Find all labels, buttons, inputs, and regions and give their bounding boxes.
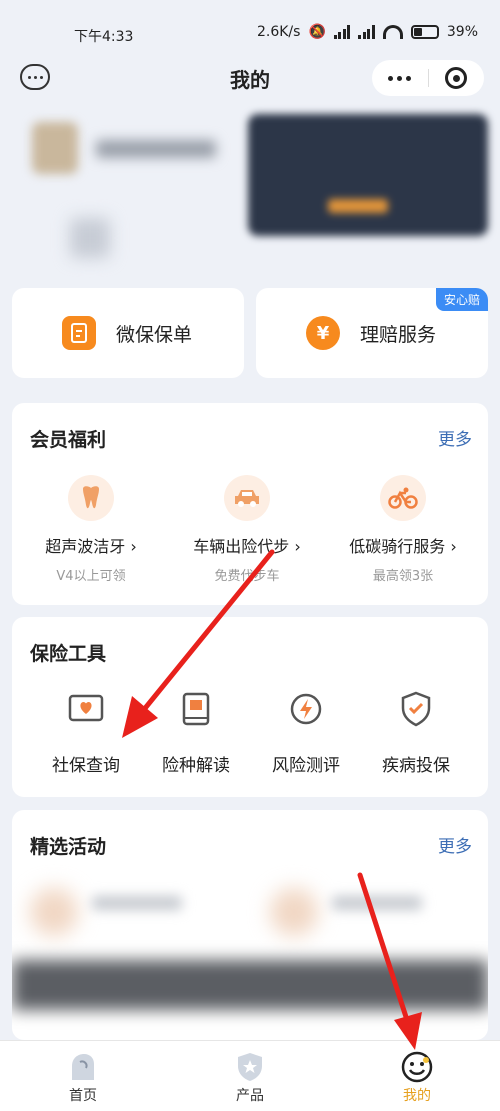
mute-icon: 🔕 [308,24,326,40]
activity-text-blurred [92,896,182,910]
star-shield-icon [233,1051,267,1083]
benefit-item-cycling[interactable]: 低碳骑行服务 › 最高领3张 [328,475,478,584]
insurance-tools-section: 保险工具 社保查询 险种解读 风险测评 疾病投保 [12,617,488,797]
benefits-more-link[interactable]: 更多 [438,425,472,450]
section-title: 精选活动 [30,836,107,858]
car-icon [224,475,270,521]
tooth-icon [68,475,114,521]
policy-label: 微保保单 [116,323,193,346]
activity-text-blurred [332,896,422,910]
home-icon [66,1051,100,1083]
member-benefits-section: 会员福利 更多 超声波洁牙 › V4以上可领 车辆出险代步 › 免费代步车 低碳… [12,403,488,605]
chevron-right-icon: › [130,537,137,556]
chevron-right-icon: › [450,537,457,556]
nav-mine[interactable]: 我的 [377,1051,457,1105]
status-time: 下午4:33 [74,29,134,45]
chevron-right-icon: › [294,537,301,556]
document-icon [62,316,96,350]
heart-card-icon [66,689,106,729]
nav-label: 首页 [69,1088,97,1104]
benefit-label: 车辆出险代步 [193,537,290,556]
tool-item-social-security[interactable]: 社保查询 [31,689,141,776]
mini-program-capsule [372,60,484,96]
user-name-blurred [96,140,216,158]
wifi-icon [382,25,403,39]
lightning-icon [286,689,326,729]
book-icon [176,689,216,729]
member-banner[interactable] [248,114,488,236]
benefit-label: 低碳骑行服务 [349,537,446,556]
more-options-icon[interactable] [372,75,428,81]
section-title: 保险工具 [30,643,107,665]
tool-label: 险种解读 [162,756,230,776]
status-indicators: 2.6K/s 🔕 39% [257,24,478,40]
yen-icon: ¥ [306,316,340,350]
shield-check-icon [396,689,436,729]
benefit-subtitle: 最高领3张 [372,569,434,584]
blurred-element [70,218,110,258]
target-icon [445,67,468,89]
status-bar: 下午4:33 2.6K/s 🔕 39% [0,0,500,56]
signal-icon [333,25,351,39]
activity-banner-blurred[interactable] [12,960,488,1010]
section-title: 会员福利 [30,429,107,451]
network-speed: 2.6K/s [256,24,301,40]
policy-card[interactable]: 微保保单 [12,288,244,378]
tool-item-insurance-guide[interactable]: 险种解读 [141,689,251,776]
claim-badge: 安心赔 [435,288,488,311]
close-mini-program-button[interactable] [428,67,484,89]
bottom-navigation: 首页 产品 我的 [0,1040,500,1111]
claim-service-label: 理赔服务 [360,323,437,346]
benefit-item-dental[interactable]: 超声波洁牙 › V4以上可领 [16,475,166,584]
activity-image-blurred[interactable] [30,888,78,936]
benefit-label: 超声波洁牙 [45,537,126,556]
signal-icon-2 [358,25,375,39]
claim-service-card[interactable]: ¥ 理赔服务 安心赔 [256,288,488,378]
benefit-subtitle: V4以上可领 [56,569,126,584]
nav-home[interactable]: 首页 [43,1051,123,1105]
nav-label: 我的 [403,1088,431,1104]
profile-area [0,108,500,278]
tool-item-disease-insurance[interactable]: 疾病投保 [361,689,471,776]
tool-label: 社保查询 [52,756,120,776]
nav-label: 产品 [236,1088,264,1104]
battery-level: 39% [446,24,478,40]
battery-icon [410,25,439,39]
activities-more-link[interactable]: 更多 [438,832,472,857]
smile-icon [400,1051,434,1083]
header: 我的 [0,56,500,102]
tool-label: 风险测评 [272,756,340,776]
featured-activities-section: 精选活动 更多 [12,810,488,1040]
tool-item-risk-assessment[interactable]: 风险测评 [251,689,361,776]
tool-label: 疾病投保 [382,756,450,776]
avatar[interactable] [32,122,78,174]
bicycle-icon [380,475,426,521]
activity-image-blurred[interactable] [270,888,318,936]
nav-products[interactable]: 产品 [210,1051,290,1105]
benefit-item-car[interactable]: 车辆出险代步 › 免费代步车 [172,475,322,584]
benefit-subtitle: 免费代步车 [214,569,280,584]
